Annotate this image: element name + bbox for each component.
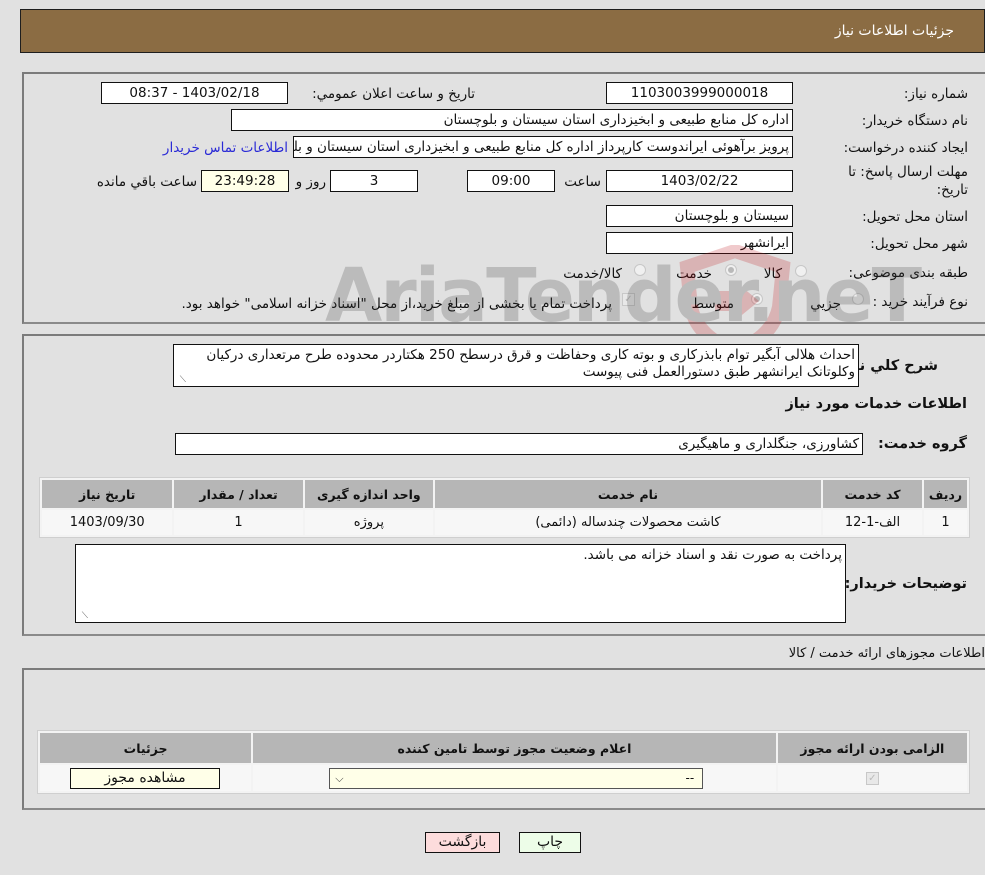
province-field: سیستان و بلوچستان bbox=[606, 205, 793, 227]
cell-row: 1 bbox=[924, 510, 967, 535]
category-goods-service-label: کالا/خدمت bbox=[563, 266, 622, 282]
service-group-field: کشاورزی، جنگلداری و ماهیگیری bbox=[175, 433, 863, 455]
services-table: ردیف کد خدمت نام خدمت واحد اندازه گیری ت… bbox=[39, 477, 970, 538]
cell-service-code: الف-1-12 bbox=[822, 510, 923, 535]
buyer-org-field: اداره کل منابع طبیعی و ابخیزداری استان س… bbox=[231, 109, 793, 131]
view-permit-button[interactable]: مشاهده مجوز bbox=[70, 768, 220, 789]
announce-date-label: تاريخ و ساعت اعلان عمومي: bbox=[312, 86, 475, 102]
cell-permit-required: ✓ bbox=[777, 765, 967, 791]
treasury-note: پرداخت تمام یا بخشی از مبلغ خرید،از محل … bbox=[181, 296, 612, 312]
days-label: روز و bbox=[295, 174, 326, 190]
permit-status-value: -- bbox=[685, 771, 695, 785]
cell-need-date: 1403/09/30 bbox=[42, 510, 173, 535]
deadline-time-label: ساعت bbox=[564, 174, 601, 190]
process-minor-label: جزيي bbox=[810, 296, 841, 312]
permits-table-header: الزامی بودن ارائه مجوز اعلام وضعیت مجوز … bbox=[40, 733, 967, 763]
resize-grip-icon[interactable]: ⟋ bbox=[176, 375, 186, 385]
buyer-notes-text: پرداخت به صورت نقد و اسناد خزانه می باشد… bbox=[583, 547, 842, 563]
col-need-date: تاریخ نیاز bbox=[42, 480, 173, 508]
page-title: جزئیات اطلاعات نیاز bbox=[834, 23, 954, 39]
buyer-notes-textarea[interactable]: پرداخت به صورت نقد و اسناد خزانه می باشد… bbox=[75, 544, 846, 623]
services-table-wrap: ردیف کد خدمت نام خدمت واحد اندازه گیری ت… bbox=[39, 477, 970, 538]
buyer-notes-label: توضیحات خریدار: bbox=[844, 576, 967, 592]
col-unit: واحد اندازه گیری bbox=[304, 480, 434, 508]
city-field: ایرانشهر bbox=[606, 232, 793, 254]
col-row: ردیف bbox=[924, 480, 967, 508]
col-service-code: کد خدمت bbox=[822, 480, 923, 508]
permits-heading: اطلاعات مجوزهای ارائه خدمت / کالا bbox=[788, 646, 985, 661]
category-radio-goods[interactable] bbox=[795, 265, 807, 277]
announce-date-field: 1403/02/18 - 08:37 bbox=[101, 82, 288, 104]
treasury-checkbox[interactable]: ✓ bbox=[622, 293, 635, 306]
cell-permit-status: -- ⌵ bbox=[253, 765, 776, 791]
cell-permit-details: مشاهده مجوز bbox=[40, 765, 252, 791]
days-remaining-field: 3 bbox=[330, 170, 418, 192]
process-radio-minor[interactable] bbox=[852, 293, 864, 305]
services-table-header: ردیف کد خدمت نام خدمت واحد اندازه گیری ت… bbox=[42, 480, 967, 508]
category-label: طبقه بندی موضوعی: bbox=[848, 265, 968, 281]
col-permit-required: الزامی بودن ارائه مجوز bbox=[777, 733, 967, 763]
need-number-field: 1103003999000018 bbox=[606, 82, 793, 104]
city-label: شهر محل تحویل: bbox=[870, 236, 968, 252]
permit-status-select[interactable]: -- ⌵ bbox=[329, 768, 704, 789]
cell-unit: پروژه bbox=[304, 510, 434, 535]
resize-grip-icon[interactable]: ⟋ bbox=[78, 611, 88, 621]
permits-table-wrap: الزامی بودن ارائه مجوز اعلام وضعیت مجوز … bbox=[37, 730, 970, 794]
process-radio-medium[interactable] bbox=[751, 293, 763, 305]
buyer-org-label: نام دستگاه خریدار: bbox=[861, 113, 968, 129]
process-medium-label: متوسط bbox=[691, 296, 734, 312]
deadline-time-field: 09:00 bbox=[467, 170, 555, 192]
col-permit-details: جزئیات bbox=[40, 733, 252, 763]
table-row: 1 الف-1-12 کاشت محصولات چندساله (دائمی) … bbox=[42, 510, 967, 535]
province-label: استان محل تحویل: bbox=[862, 209, 968, 225]
col-quantity: تعداد / مقدار bbox=[174, 480, 303, 508]
deadline-date-field: 1403/02/22 bbox=[606, 170, 793, 192]
deadline-label: مهلت ارسال پاسخ: تا تاریخ: bbox=[848, 164, 968, 198]
category-radio-service[interactable] bbox=[725, 264, 737, 276]
back-button[interactable]: بازگشت bbox=[425, 832, 500, 853]
table-row: ✓ -- ⌵ مشاهده مجوز bbox=[40, 765, 967, 791]
permits-table: الزامی بودن ارائه مجوز اعلام وضعیت مجوز … bbox=[37, 730, 970, 794]
service-group-label: گروه خدمت: bbox=[877, 436, 967, 452]
description-text: احداث هلالی آبگیر توام بابذرکاری و بوته … bbox=[206, 347, 855, 380]
print-button[interactable]: چاپ bbox=[519, 832, 581, 853]
permit-required-checkbox[interactable]: ✓ bbox=[865, 771, 879, 785]
cell-quantity: 1 bbox=[174, 510, 303, 535]
col-service-name: نام خدمت bbox=[435, 480, 821, 508]
creator-label: ایجاد کننده درخواست: bbox=[843, 140, 968, 156]
chevron-down-icon: ⌵ bbox=[335, 772, 344, 785]
description-textarea[interactable]: احداث هلالی آبگیر توام بابذرکاری و بوته … bbox=[173, 344, 859, 387]
remaining-time-label: ساعت باقي مانده bbox=[96, 174, 197, 190]
col-permit-status: اعلام وضعیت مجوز توسط تامین کننده bbox=[253, 733, 776, 763]
services-heading: اطلاعات خدمات مورد نیاز bbox=[785, 396, 967, 412]
category-goods-label: کالا bbox=[763, 266, 782, 282]
category-service-label: خدمت bbox=[676, 266, 712, 282]
process-label: نوع فرآیند خرید : bbox=[872, 294, 968, 310]
creator-field: پرویز برآهوئی ایراندوست کارپرداز اداره ک… bbox=[293, 136, 793, 158]
category-radio-goods-service[interactable] bbox=[634, 264, 646, 276]
need-number-label: شماره نیاز: bbox=[903, 86, 968, 102]
cell-service-name: کاشت محصولات چندساله (دائمی) bbox=[435, 510, 821, 535]
page-header: جزئیات اطلاعات نیاز bbox=[20, 9, 985, 53]
buyer-contact-link[interactable]: اطلاعات تماس خریدار bbox=[163, 140, 288, 156]
remaining-time-field: 23:49:28 bbox=[201, 170, 289, 192]
